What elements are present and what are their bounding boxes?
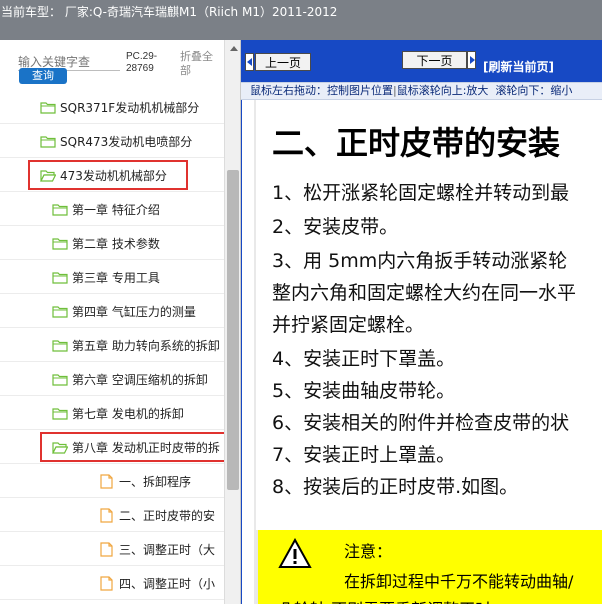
folder-icon <box>52 339 68 352</box>
tree-item-label: 第二章 技术参数 <box>72 236 160 251</box>
scrollbar-thumb[interactable] <box>227 170 239 490</box>
title-bar: 当前车型： 厂家:Q-奇瑞汽车瑞麒M1（Riich M1）2011-2012 <box>0 0 602 40</box>
window-title: 当前车型： 厂家:Q-奇瑞汽车瑞麒M1（Riich M1）2011-2012 <box>1 5 338 19</box>
tree-item[interactable]: 第七章 发电机的拆卸 <box>52 396 184 430</box>
document-icon <box>100 473 113 489</box>
hint-zoom-out: 滚轮向下：缩小 <box>495 84 573 97</box>
folder-icon <box>52 237 68 250</box>
tree-item-label: 第六章 空调压缩机的拆卸 <box>72 372 208 387</box>
page-edge <box>254 100 256 604</box>
document-line: 3、用 5mm内六角扳手转动涨紧轮 <box>272 250 568 272</box>
tree-item-label: SQR473发动机电喷部分 <box>60 134 193 149</box>
sidebar: 查询 PC.29-28769 折叠全部 SQR371F发动机机械部分 SQR473… <box>0 40 241 604</box>
folder-icon <box>52 407 68 420</box>
document-line: 6、安装相关的附件并检查皮带的状 <box>272 412 570 434</box>
tree-item[interactable]: 三、调整正时（大 <box>100 532 215 566</box>
document-line: 5、安装曲轴皮带轮。 <box>272 380 456 402</box>
tree-item-highlight <box>28 160 188 190</box>
scroll-up-arrow-icon[interactable] <box>230 46 238 51</box>
tree-item-label: SQR371F发动机机械部分 <box>60 100 200 115</box>
next-page-button[interactable]: 下一页 <box>402 51 467 69</box>
document-title: 二、正时皮带的安装 <box>272 124 561 162</box>
tree-item-label: 第一章 特征介绍 <box>72 202 160 217</box>
tree-item[interactable]: 第三章 专用工具 <box>52 260 160 294</box>
sidebar-header: 查询 PC.29-28769 折叠全部 <box>0 40 240 90</box>
hint-zoom-in: 鼠标滚轮向上:放大 <box>396 84 489 97</box>
query-button[interactable]: 查询 <box>19 68 67 84</box>
tree-item-label: 二、正时皮带的安 <box>119 508 216 523</box>
sidebar-scrollbar[interactable] <box>224 40 240 604</box>
folder-icon <box>52 203 68 216</box>
document-line: 7、安装正时上罩盖。 <box>272 444 456 466</box>
collapse-sidebar-icon[interactable] <box>245 53 254 71</box>
tree-item-label: 四、调整正时（小 <box>119 576 216 591</box>
tree-item-label: 一、拆卸程序 <box>119 474 192 489</box>
folder-icon <box>40 101 56 114</box>
page-nav-bar: 上一页 下一页 [刷新当前页] <box>241 40 602 82</box>
tree-item[interactable]: SQR371F发动机机械部分 <box>40 90 199 124</box>
folder-icon <box>40 135 56 148</box>
document-line: 8、按装后的正时皮带.如图。 <box>272 476 519 498</box>
prev-page-button[interactable]: 上一页 <box>255 53 311 71</box>
tree-item[interactable]: 第一章 特征介绍 <box>52 192 160 226</box>
tree-item[interactable]: 四、调整正时（小 <box>100 566 215 600</box>
next-arrow-icon[interactable] <box>467 51 476 69</box>
folder-icon <box>52 305 68 318</box>
tree-item-label: 三、调整正时（大 <box>119 542 216 557</box>
tree-item[interactable]: 第二章 技术参数 <box>52 226 160 260</box>
pc-code-label: PC.29-28769 <box>126 51 158 74</box>
document-icon <box>100 507 113 523</box>
warning-note: 注意： 在拆卸过程中千万不能转动曲轴/ 凸轮轴,否则需要重新调整正时。 <box>256 530 602 604</box>
document-line: 1、松开涨紧轮固定螺栓并转动到最 <box>272 182 570 204</box>
document-line: 并拧紧固定螺栓。 <box>272 314 425 336</box>
note-title: 注意： <box>344 542 393 561</box>
chapter-tree: SQR371F发动机机械部分 SQR473发动机电喷部分 473发动机机械部分 第一章… <box>0 90 224 604</box>
tree-item[interactable]: 二、正时皮带的安 <box>100 498 215 532</box>
tree-item[interactable]: SQR473发动机电喷部分 <box>40 124 192 158</box>
document-line: 4、安装正时下罩盖。 <box>272 348 456 370</box>
tree-item[interactable]: 第六章 空调压缩机的拆卸 <box>52 362 208 396</box>
tree-item[interactable]: 一、拆卸程序 <box>100 464 191 498</box>
tree-item[interactable]: 第五章 助力转向系统的拆卸 <box>52 328 220 362</box>
document-line: 2、安装皮带。 <box>272 216 399 238</box>
refresh-page-link[interactable]: [刷新当前页] <box>483 58 554 75</box>
collapse-all-link[interactable]: 折叠全部 <box>180 50 220 78</box>
document-icon <box>100 541 113 557</box>
note-body: 在拆卸过程中千万不能转动曲轴/ <box>344 572 574 591</box>
document-view[interactable]: 二、正时皮带的安装 1、松开涨紧轮固定螺栓并转动到最 2、安装皮带。 3、用 5mm… <box>241 100 602 604</box>
tree-item-label: 第五章 助力转向系统的拆卸 <box>72 338 220 353</box>
folder-icon <box>52 271 68 284</box>
warning-icon <box>278 538 312 568</box>
tree-item-highlight <box>40 432 224 462</box>
mouse-hint-bar: 鼠标左右拖动：控制图片位置|鼠标滚轮向上:放大 滚轮向下：缩小 <box>241 82 602 100</box>
tree-item-label: 第四章 气缸压力的测量 <box>72 304 196 319</box>
hint-drag: 鼠标左右拖动：控制图片位置 <box>250 84 393 97</box>
document-icon <box>100 575 113 591</box>
tree-item[interactable]: 第四章 气缸压力的测量 <box>52 294 196 328</box>
note-body-continued: 凸轮轴,否则需要重新调整正时。 <box>278 596 507 604</box>
tree-item-label: 第三章 专用工具 <box>72 270 160 285</box>
document-line: 整内六角和固定螺栓大约在同一水平 <box>272 282 577 304</box>
tree-item-label: 第七章 发电机的拆卸 <box>72 406 184 421</box>
folder-icon <box>52 373 68 386</box>
content-panel: 上一页 下一页 [刷新当前页] 鼠标左右拖动：控制图片位置|鼠标滚轮向上:放大 … <box>241 40 602 604</box>
